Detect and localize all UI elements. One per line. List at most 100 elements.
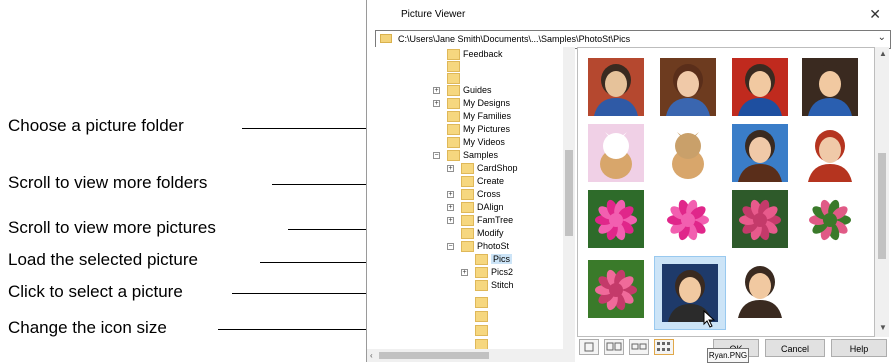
tree-item-label: Pics xyxy=(491,254,513,264)
picture-viewer-window: Picture Viewer ✕ C:\Users\Jane Smith\Doc… xyxy=(366,0,892,363)
tree-item-label: Pics2 xyxy=(491,267,514,277)
expand-icon[interactable]: + xyxy=(447,165,454,172)
folder-icon xyxy=(380,34,392,43)
folder-tree-horizontal-scrollbar[interactable]: ‹ xyxy=(367,349,575,362)
folder-icon xyxy=(475,297,488,308)
expand-icon[interactable]: + xyxy=(433,100,440,107)
folder-tree[interactable]: Feedback + Guides + My Designs My Families My … xyxy=(367,47,575,349)
picture-thumbnail[interactable] xyxy=(588,190,644,248)
picture-grid-vertical-scrollbar[interactable]: ▲ ▼ xyxy=(875,47,889,337)
picture-image xyxy=(588,190,644,248)
picture-grid-scroll-thumb[interactable] xyxy=(878,153,886,259)
tree-item-label: FamTree xyxy=(477,215,514,225)
grid-icon-view-icon xyxy=(657,342,670,351)
medium-icon-view-icon xyxy=(606,342,622,351)
expand-icon[interactable]: + xyxy=(461,269,468,276)
expand-icon[interactable]: + xyxy=(447,217,454,224)
folder-path-value: C:\Users\Jane Smith\Documents\...\Sample… xyxy=(398,34,631,44)
picture-thumbnail[interactable] xyxy=(802,124,858,182)
folder-icon xyxy=(447,85,460,96)
folder-icon xyxy=(475,339,488,349)
callout-icon-size: Change the icon size xyxy=(8,318,167,337)
large-icon-view-icon xyxy=(631,343,647,350)
folder-icon xyxy=(475,254,488,265)
title-bar: Picture Viewer ✕ xyxy=(367,0,892,30)
folder-icon xyxy=(475,280,488,291)
tree-item-label: My Videos xyxy=(463,137,505,147)
picture-thumbnail-grid[interactable] xyxy=(577,47,875,337)
picture-thumbnail[interactable] xyxy=(588,260,644,318)
picture-image xyxy=(588,124,644,182)
tree-item-label: PhotoSt xyxy=(477,241,510,251)
folder-icon xyxy=(447,124,460,135)
picture-thumbnail[interactable] xyxy=(660,58,716,116)
mouse-pointer-icon xyxy=(703,310,716,328)
folder-tree-scroll-thumb[interactable] xyxy=(565,150,573,236)
callout-scroll-pictures: Scroll to view more pictures xyxy=(8,218,216,237)
picture-thumbnail[interactable] xyxy=(732,260,788,318)
picture-thumbnail[interactable] xyxy=(732,190,788,248)
folder-icon xyxy=(447,137,460,148)
folder-icon xyxy=(475,267,488,278)
picture-thumbnail[interactable] xyxy=(588,58,644,116)
tree-item-label: My Designs xyxy=(463,98,511,108)
tree-item-label: Guides xyxy=(463,85,492,95)
picture-thumbnail[interactable] xyxy=(660,124,716,182)
help-button[interactable]: Help xyxy=(831,339,887,357)
picture-image xyxy=(732,260,788,318)
picture-image xyxy=(732,58,788,116)
window-title: Picture Viewer xyxy=(401,9,466,20)
folder-icon xyxy=(447,98,460,109)
callout-choose-folder: Choose a picture folder xyxy=(8,116,184,135)
chevron-down-icon[interactable]: ⌄ xyxy=(878,32,886,43)
tree-item-label: Stitch xyxy=(491,280,514,290)
close-icon[interactable]: ✕ xyxy=(869,6,881,23)
picture-image xyxy=(802,124,858,182)
picture-thumbnail[interactable] xyxy=(660,190,716,248)
cancel-button[interactable]: Cancel xyxy=(765,339,825,357)
callout-load-picture: Load the selected picture xyxy=(8,250,198,269)
picture-image xyxy=(660,58,716,116)
folder-icon xyxy=(447,61,460,72)
folder-tree-hscroll-thumb[interactable] xyxy=(379,352,489,359)
medium-icon-view-button[interactable] xyxy=(604,339,624,355)
folder-icon xyxy=(461,202,474,213)
tree-item-label: CardShop xyxy=(477,163,518,173)
tree-item-label: Feedback xyxy=(463,49,503,59)
picture-thumbnail[interactable] xyxy=(732,58,788,116)
folder-icon xyxy=(461,241,474,252)
picture-thumbnail[interactable] xyxy=(802,190,858,248)
scroll-down-icon[interactable]: ▼ xyxy=(879,323,887,332)
folder-tree-vertical-scrollbar[interactable] xyxy=(563,47,575,349)
scroll-left-icon[interactable]: ‹ xyxy=(370,351,373,360)
callout-select-picture: Click to select a picture xyxy=(8,282,183,301)
grid-icon-view-button[interactable] xyxy=(654,339,674,355)
picture-image xyxy=(588,260,644,318)
folder-icon xyxy=(461,163,474,174)
folder-icon xyxy=(461,215,474,226)
expand-icon[interactable]: + xyxy=(447,191,454,198)
collapse-icon[interactable]: − xyxy=(433,152,440,159)
tree-item-label: Cross xyxy=(477,189,501,199)
folder-icon xyxy=(461,189,474,200)
picture-image xyxy=(660,124,716,182)
tree-item-label: Create xyxy=(477,176,505,186)
tree-item-label: Samples xyxy=(463,150,499,160)
small-icon-view-button[interactable] xyxy=(579,339,599,355)
expand-icon[interactable]: + xyxy=(433,87,440,94)
picture-image xyxy=(802,190,858,248)
picture-thumbnail[interactable] xyxy=(732,124,788,182)
picture-thumbnail[interactable] xyxy=(802,58,858,116)
tree-item-label: DAlign xyxy=(477,202,504,212)
picture-image xyxy=(588,58,644,116)
tree-item-label: Modify xyxy=(477,228,504,238)
large-icon-view-button[interactable] xyxy=(629,339,649,355)
expand-icon[interactable]: + xyxy=(447,204,454,211)
picture-image xyxy=(732,124,788,182)
collapse-icon[interactable]: − xyxy=(447,243,454,250)
folder-icon xyxy=(475,311,488,322)
picture-thumbnail[interactable] xyxy=(588,124,644,182)
callout-scroll-folders: Scroll to view more folders xyxy=(8,173,208,192)
folder-icon xyxy=(461,176,474,187)
scroll-up-icon[interactable]: ▲ xyxy=(879,49,887,58)
